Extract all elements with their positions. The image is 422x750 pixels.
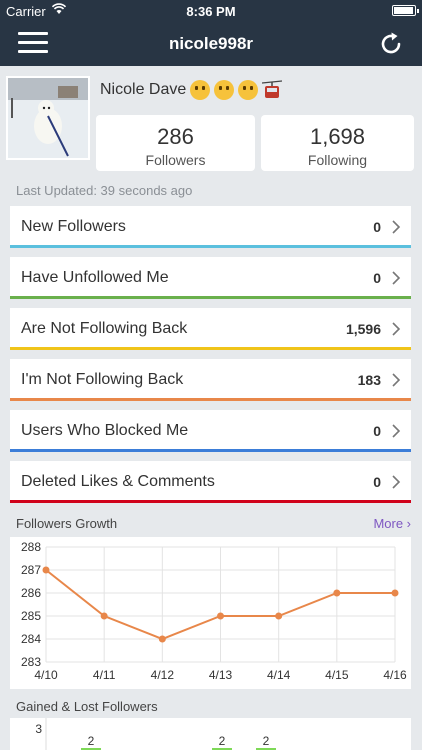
row-label: Users Who Blocked Me bbox=[21, 422, 189, 439]
row-are-not-following-back[interactable]: Are Not Following Back 1,596 bbox=[10, 308, 411, 350]
data-point bbox=[391, 589, 399, 597]
row-count: 0 bbox=[373, 474, 381, 490]
followers-label: Followers bbox=[145, 152, 206, 168]
more-link[interactable]: More › bbox=[373, 516, 411, 531]
followers-growth-title: Followers Growth bbox=[16, 516, 118, 531]
x-tick-label: 4/13 bbox=[209, 668, 233, 682]
y-tick-label: 287 bbox=[21, 563, 41, 577]
x-tick-label: 4/10 bbox=[34, 668, 58, 682]
refresh-icon[interactable] bbox=[378, 31, 404, 57]
page-title: nicole998r bbox=[168, 34, 254, 53]
winking-face-icon bbox=[214, 80, 235, 100]
chevron-right-icon bbox=[392, 322, 401, 336]
gained-bar-label: 2 bbox=[88, 734, 95, 748]
row-count: 1,596 bbox=[345, 321, 381, 337]
x-tick-label: 4/16 bbox=[383, 668, 407, 682]
profile-header: Nicole Dave 286 Followers 1,698 Followin… bbox=[0, 66, 422, 176]
gained-lost-chart: 3 2 2 2 bbox=[10, 718, 411, 750]
following-label: Following bbox=[307, 152, 368, 168]
x-tick-label: 4/14 bbox=[267, 668, 291, 682]
x-tick-label: 4/11 bbox=[93, 668, 116, 682]
row-count: 0 bbox=[373, 270, 381, 286]
row-count: 0 bbox=[373, 423, 381, 439]
x-tick-label: 4/15 bbox=[325, 668, 349, 682]
row-have-unfollowed-me[interactable]: Have Unfollowed Me 0 bbox=[10, 257, 411, 299]
chevron-right-icon bbox=[392, 373, 401, 387]
chevron-right-icon bbox=[392, 220, 401, 234]
row-im-not-following-back[interactable]: I'm Not Following Back 183 bbox=[10, 359, 411, 401]
y-tick-label: 286 bbox=[21, 586, 41, 600]
following-stat[interactable]: 1,698 Following bbox=[261, 115, 414, 171]
row-label: Are Not Following Back bbox=[21, 320, 188, 337]
chevron-right-icon bbox=[392, 424, 401, 438]
row-count: 0 bbox=[373, 219, 381, 235]
battery-icon bbox=[392, 5, 419, 16]
row-label: New Followers bbox=[21, 218, 126, 235]
avatar[interactable] bbox=[6, 76, 90, 160]
y-tick-label: 284 bbox=[21, 632, 41, 646]
chevron-right-icon bbox=[392, 271, 401, 285]
nav-bar: nicole998r bbox=[0, 22, 422, 66]
gained-lost-title: Gained & Lost Followers bbox=[16, 699, 158, 714]
row-users-who-blocked-me[interactable]: Users Who Blocked Me 0 bbox=[10, 410, 411, 452]
gained-lost-svg: 3 2 2 2 bbox=[35, 718, 276, 750]
profile-name: Nicole Dave bbox=[100, 81, 187, 98]
y-tick-label: 285 bbox=[21, 609, 41, 623]
aerial-tramway-icon bbox=[262, 80, 283, 98]
followers-stat[interactable]: 286 Followers bbox=[96, 115, 255, 171]
battery-fill bbox=[394, 7, 413, 14]
data-point bbox=[217, 612, 224, 620]
following-count: 1,698 bbox=[309, 124, 366, 149]
row-label: I'm Not Following Back bbox=[21, 371, 184, 388]
avatar-photo bbox=[8, 78, 88, 158]
data-point bbox=[333, 589, 341, 597]
row-deleted-likes-comments[interactable]: Deleted Likes & Comments 0 bbox=[10, 461, 411, 503]
y-tick-label: 288 bbox=[21, 540, 41, 554]
status-bar: Carrier 8:36 PM bbox=[0, 0, 422, 22]
gained-bar-label: 2 bbox=[219, 734, 226, 748]
clock: 8:36 PM bbox=[186, 4, 236, 19]
profile-name-row: Nicole Dave bbox=[100, 80, 283, 100]
row-label: Deleted Likes & Comments bbox=[21, 473, 215, 490]
data-point bbox=[158, 635, 166, 643]
last-updated-text: Last Updated: 39 seconds ago bbox=[16, 183, 193, 198]
growth-chart-svg: 283 284 285 286 287 288 4/10 4/11 4/12 4/13 4/14 4/… bbox=[21, 540, 407, 682]
squinting-face-icon bbox=[238, 80, 259, 100]
gained-bar-label: 2 bbox=[263, 734, 270, 748]
row-label: Have Unfollowed Me bbox=[21, 269, 169, 286]
x-tick-label: 4/12 bbox=[151, 668, 175, 682]
followers-count: 286 bbox=[157, 124, 194, 149]
gained-lost-y-tick: 3 bbox=[35, 722, 42, 736]
followers-growth-chart: 283 284 285 286 287 288 4/10 4/11 4/12 4/13 4/14 4/… bbox=[10, 537, 411, 689]
grinning-face-icon bbox=[190, 80, 211, 100]
data-point bbox=[42, 566, 50, 574]
data-point bbox=[100, 612, 108, 620]
data-point bbox=[275, 612, 283, 620]
row-new-followers[interactable]: New Followers 0 bbox=[10, 206, 411, 248]
row-count: 183 bbox=[357, 372, 381, 388]
chevron-right-icon bbox=[392, 475, 401, 489]
y-tick-label: 283 bbox=[21, 655, 41, 669]
